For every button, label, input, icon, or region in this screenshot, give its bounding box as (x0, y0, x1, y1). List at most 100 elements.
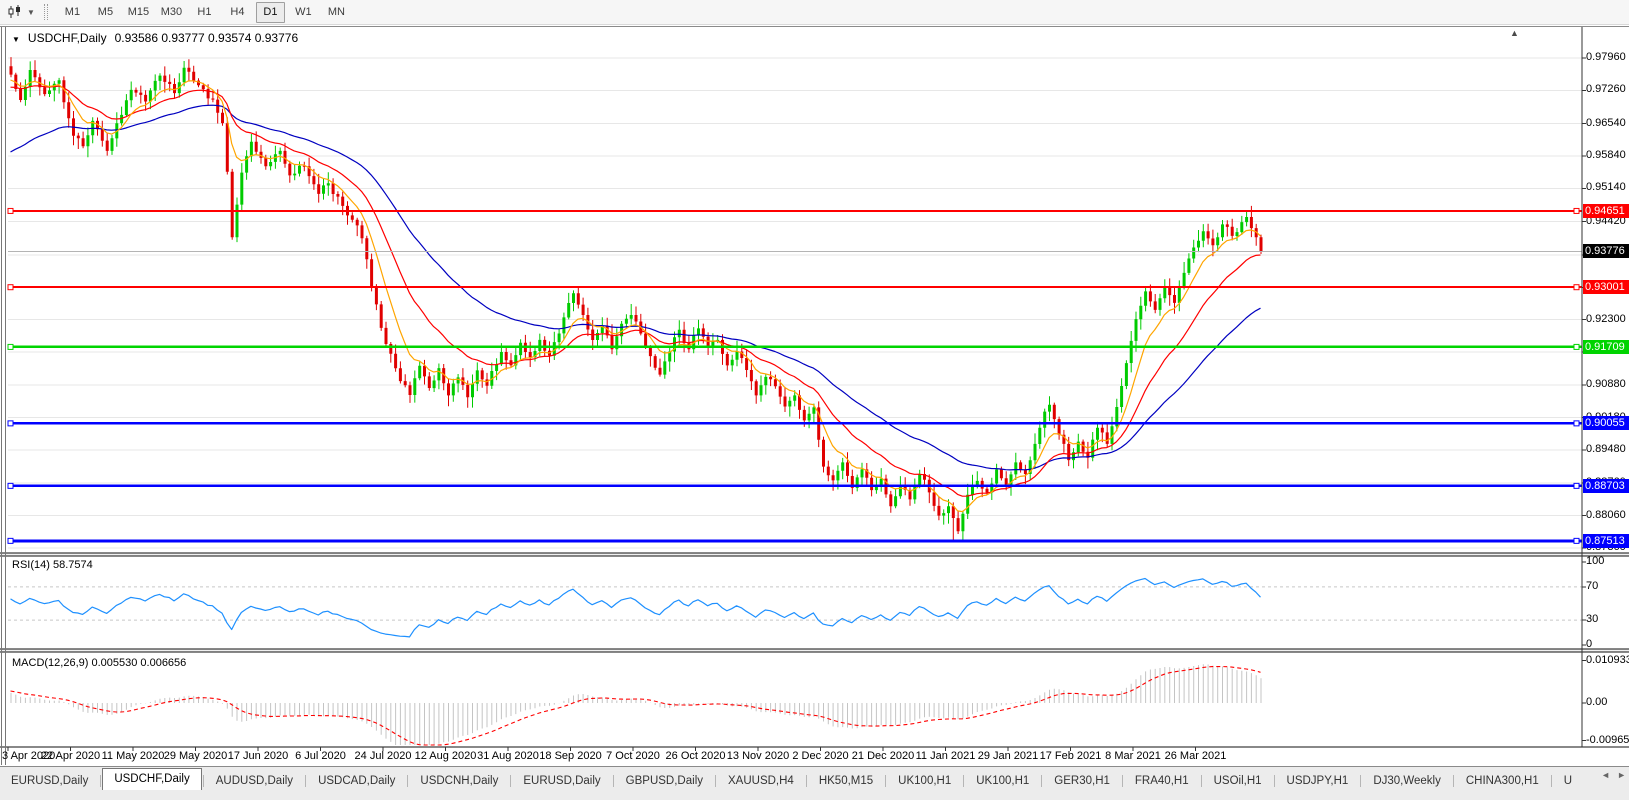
chart-tab[interactable]: UK100,H1 (965, 772, 1040, 791)
date-tick-label: 24 Jul 2020 (355, 750, 412, 762)
line-handle[interactable] (8, 538, 13, 543)
price-tick-label: 0.92300 (1586, 313, 1626, 325)
rsi-tick-label: 70 (1586, 580, 1598, 592)
chart-tab[interactable]: XAUUSD,H4 (717, 772, 805, 791)
chart-tab[interactable]: UK100,H1 (887, 772, 962, 791)
level-price-badge: 0.90055 (1583, 416, 1629, 430)
tab-separator (1041, 775, 1042, 787)
chart-corner-marker-icon[interactable]: ▲ (1510, 28, 1519, 38)
status-strip (0, 790, 1629, 800)
date-tick-label: 12 Aug 2020 (415, 750, 477, 762)
line-handle[interactable] (1574, 285, 1579, 290)
chart-tab[interactable]: HK50,M15 (808, 772, 884, 791)
date-tick-label: 18 Sep 2020 (539, 750, 601, 762)
tab-scroll-left-icon[interactable]: ◄ (1601, 770, 1610, 780)
line-handle[interactable] (1574, 421, 1579, 426)
level-price-badge: 0.87513 (1583, 534, 1629, 548)
line-handle[interactable] (1574, 538, 1579, 543)
timeframe-button-w1[interactable]: W1 (289, 2, 318, 23)
chart-tab[interactable]: U (1553, 772, 1583, 791)
date-tick-label: 6 Jul 2020 (295, 750, 346, 762)
candlestick-tool-icon[interactable] (4, 3, 26, 21)
line-handle[interactable] (1574, 344, 1579, 349)
rsi-label: RSI(14) 58.7574 (12, 559, 93, 571)
tab-scroll-arrows: ◄ ► (1601, 770, 1626, 780)
tab-separator (1551, 775, 1552, 787)
chart-tab[interactable]: USOil,H1 (1203, 772, 1273, 791)
line-handle[interactable] (8, 483, 13, 488)
chart-tab[interactable]: GBPUSD,Daily (615, 772, 714, 791)
chart-tab[interactable]: USDJPY,H1 (1276, 772, 1360, 791)
trading-platform-window: ▼ M1M5M15M30H1H4D1W1MN ▼ USDCHF,Daily 0.… (0, 0, 1629, 800)
tab-separator (305, 775, 306, 787)
timeframe-button-m1[interactable]: M1 (58, 2, 87, 23)
timeframe-button-m5[interactable]: M5 (91, 2, 120, 23)
tab-separator (715, 775, 716, 787)
date-tick-label: 11 Jan 2021 (916, 750, 976, 762)
timeframe-button-h1[interactable]: H1 (190, 2, 219, 23)
chart-tab[interactable]: AUDUSD,Daily (205, 772, 304, 791)
chart-tab[interactable]: CHINA300,H1 (1455, 772, 1550, 791)
tab-separator (203, 775, 204, 787)
date-tick-label: 11 May 2020 (102, 750, 165, 762)
toolbar-grip[interactable] (44, 4, 48, 20)
timeframe-button-h4[interactable]: H4 (223, 2, 252, 23)
chart-tab[interactable]: FRA40,H1 (1124, 772, 1200, 791)
chart-collapse-icon[interactable]: ▼ (12, 35, 20, 44)
date-tick-label: 21 Dec 2020 (852, 750, 914, 762)
tab-separator (963, 775, 964, 787)
chart-tab[interactable]: USDCNH,Daily (409, 772, 509, 791)
line-handle[interactable] (8, 344, 13, 349)
date-tick-label: 29 Jan 2021 (978, 750, 1039, 762)
chart-tab[interactable]: USDCAD,Daily (307, 772, 406, 791)
chart-tab[interactable]: EURUSD,Daily (512, 772, 611, 791)
macd-tick-label: 0.010933 (1586, 654, 1629, 666)
chart-tab[interactable]: EURUSD,Daily (0, 772, 99, 791)
date-tick-label: 26 Mar 2021 (1165, 750, 1227, 762)
level-price-badge: 0.88703 (1583, 479, 1629, 493)
rsi-tick-label: 30 (1586, 613, 1598, 625)
chart-canvas[interactable] (0, 0, 1629, 800)
macd-label: MACD(12,26,9) 0.005530 0.006656 (12, 657, 186, 669)
tab-separator (1274, 775, 1275, 787)
date-tick-label: 29 May 2020 (164, 750, 228, 762)
line-handle[interactable] (8, 421, 13, 426)
date-tick-label: 13 Nov 2020 (727, 750, 789, 762)
chart-tab[interactable]: USDCHF,Daily (102, 768, 201, 791)
tab-separator (1360, 775, 1361, 787)
line-handle[interactable] (1574, 208, 1579, 213)
price-tick-label: 0.96540 (1586, 117, 1626, 129)
line-handle[interactable] (8, 285, 13, 290)
chart-tab[interactable]: DJ30,Weekly (1362, 772, 1452, 791)
chart-tab[interactable]: GER30,H1 (1043, 772, 1121, 791)
date-tick-label: 2 Dec 2020 (792, 750, 848, 762)
macd-tick-label: 0.00 (1586, 696, 1607, 708)
tab-separator (1453, 775, 1454, 787)
timeframe-buttons: M1M5M15M30H1H4D1W1MN (56, 2, 353, 23)
timeframe-button-mn[interactable]: MN (322, 2, 351, 23)
timeframe-button-m15[interactable]: M15 (124, 2, 153, 23)
symbol-period-label: USDCHF,Daily (28, 31, 107, 45)
timeframe-button-d1[interactable]: D1 (256, 2, 285, 23)
chevron-down-icon[interactable]: ▼ (27, 8, 35, 17)
tab-separator (613, 775, 614, 787)
date-tick-label: 31 Aug 2020 (477, 750, 539, 762)
tab-scroll-right-icon[interactable]: ► (1617, 770, 1626, 780)
tab-separator (806, 775, 807, 787)
price-tick-label: 0.97260 (1586, 83, 1626, 95)
date-tick-label: 22 Apr 2020 (41, 750, 100, 762)
level-price-badge: 0.93001 (1583, 280, 1629, 294)
level-price-badge: 0.94651 (1583, 204, 1629, 218)
ohlc-values: 0.93586 0.93777 0.93574 0.93776 (115, 31, 299, 45)
price-tick-label: 0.95140 (1586, 181, 1626, 193)
chart-tab-bar: EURUSD,DailyUSDCHF,DailyAUDUSD,DailyUSDC… (0, 766, 1629, 791)
line-handle[interactable] (1574, 483, 1579, 488)
bid-price-badge: 0.93776 (1583, 244, 1629, 258)
tab-separator (1201, 775, 1202, 787)
tab-separator (885, 775, 886, 787)
line-handle[interactable] (8, 208, 13, 213)
rsi-tick-label: 0 (1586, 638, 1592, 650)
chart-title: ▼ USDCHF,Daily 0.93586 0.93777 0.93574 0… (12, 31, 298, 45)
date-tick-label: 17 Jun 2020 (228, 750, 289, 762)
timeframe-button-m30[interactable]: M30 (157, 2, 186, 23)
